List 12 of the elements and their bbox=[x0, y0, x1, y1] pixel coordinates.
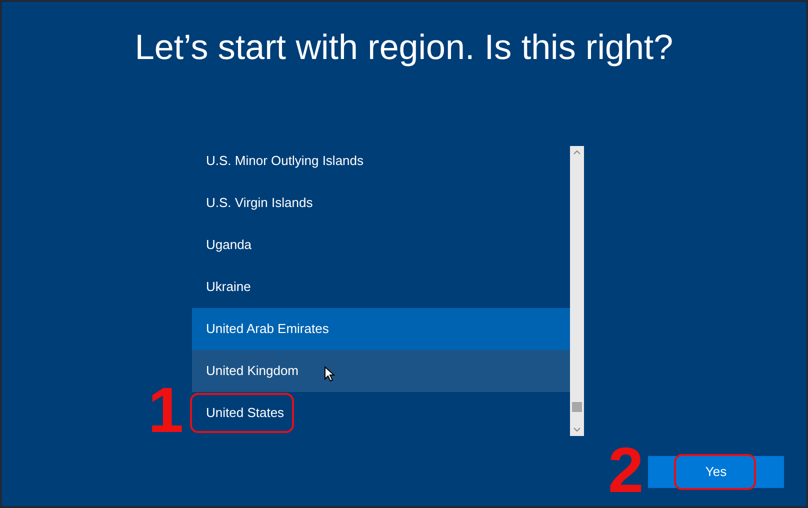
step-marker: 1 bbox=[148, 378, 184, 442]
step-marker: 2 bbox=[608, 438, 644, 502]
yes-button[interactable]: Yes bbox=[648, 456, 784, 488]
region-list-item[interactable]: U.S. Virgin Islands bbox=[192, 182, 570, 224]
region-list-item[interactable]: Uganda bbox=[192, 224, 570, 266]
region-list-item[interactable]: Ukraine bbox=[192, 266, 570, 308]
region-list-item[interactable]: United States bbox=[192, 392, 570, 434]
region-list-item[interactable]: United Arab Emirates bbox=[192, 308, 570, 350]
region-list-item[interactable]: United Kingdom bbox=[192, 350, 570, 392]
cursor-icon bbox=[324, 366, 335, 382]
region-list-item[interactable]: U.S. Minor Outlying Islands bbox=[192, 140, 570, 182]
page-title: Let’s start with region. Is this right? bbox=[134, 27, 674, 69]
